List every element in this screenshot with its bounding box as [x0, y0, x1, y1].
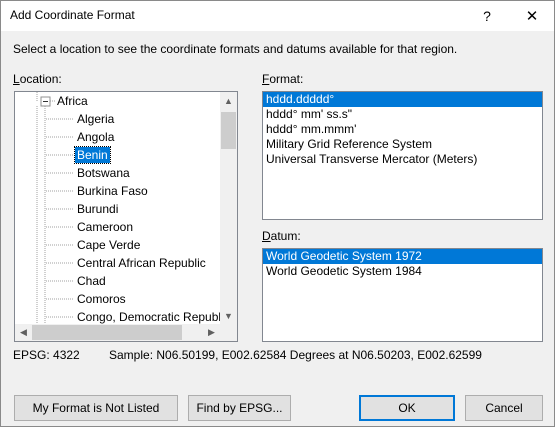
format-listbox[interactable]: hddd.ddddd° hddd° mm' ss.s" hddd° mm.mmm' M…	[262, 91, 543, 220]
scroll-right-arrow-icon[interactable]: ▶	[203, 324, 220, 341]
scrollbar-corner	[220, 324, 237, 341]
tree-item-country[interactable]: Cameroon	[75, 219, 135, 235]
tree-horizontal-scrollbar[interactable]: ◀ ▶	[15, 324, 237, 341]
sample-coordinates-text: Sample: N06.50199, E002.62584 Degrees at…	[109, 348, 482, 362]
datum-listbox[interactable]: World Geodetic System 1972 World Geodetic…	[262, 248, 543, 342]
ok-button[interactable]: OK	[359, 395, 455, 421]
scroll-up-arrow-icon[interactable]: ▲	[220, 92, 237, 109]
my-format-not-listed-button[interactable]: My Format is Not Listed	[14, 395, 178, 421]
epsg-code-text: EPSG: 4322	[13, 348, 80, 362]
datum-list-item[interactable]: World Geodetic System 1972	[263, 249, 542, 264]
tree-item-root[interactable]: Africa	[55, 93, 90, 109]
add-coordinate-format-dialog: Add Coordinate Format ? ✕ Select a locat…	[0, 0, 555, 427]
tree-item-country[interactable]: Chad	[75, 273, 108, 289]
tree-vertical-scrollbar[interactable]: ▲ ▼	[220, 92, 237, 324]
scroll-left-arrow-icon[interactable]: ◀	[15, 324, 32, 341]
format-list-item[interactable]: hddd° mm.mmm'	[263, 122, 542, 137]
tree-item-country[interactable]: Congo, Democratic Republi	[75, 309, 226, 325]
tree-item-country[interactable]: Comoros	[75, 291, 128, 307]
tree-item-country[interactable]: Benin	[74, 146, 111, 164]
close-button[interactable]: ✕	[510, 1, 554, 31]
horizontal-scroll-thumb[interactable]	[32, 325, 182, 340]
datum-list-item[interactable]: World Geodetic System 1984	[263, 264, 542, 279]
location-tree[interactable]: Africa Algeria Angola Benin Botswana Burkina…	[14, 91, 238, 342]
format-list-item[interactable]: hddd.ddddd°	[263, 92, 542, 107]
tree-item-country[interactable]: Angola	[75, 129, 116, 145]
scroll-down-arrow-icon[interactable]: ▼	[220, 307, 237, 324]
tree-item-country[interactable]: Burkina Faso	[75, 183, 150, 199]
vertical-scroll-thumb[interactable]	[221, 112, 236, 149]
format-list-item[interactable]: Universal Transverse Mercator (Meters)	[263, 152, 542, 167]
datum-label: Datum:	[262, 229, 301, 243]
format-list-item[interactable]: hddd° mm' ss.s"	[263, 107, 542, 122]
tree-item-country[interactable]: Burundi	[75, 201, 120, 217]
find-by-epsg-button[interactable]: Find by EPSG...	[188, 395, 291, 421]
window-title: Add Coordinate Format	[10, 8, 135, 22]
title-bar: Add Coordinate Format ? ✕	[1, 1, 554, 31]
tree-item-country[interactable]: Central African Republic	[75, 255, 208, 271]
tree-item-country[interactable]: Botswana	[75, 165, 132, 181]
tree-item-country[interactable]: Cape Verde	[75, 237, 142, 253]
format-label: Format:	[262, 72, 304, 86]
tree-item-country[interactable]: Algeria	[75, 111, 116, 127]
instruction-text: Select a location to see the coordinate …	[13, 42, 458, 56]
help-button[interactable]: ?	[465, 1, 509, 31]
cancel-button[interactable]: Cancel	[465, 395, 543, 421]
format-list-item[interactable]: Military Grid Reference System	[263, 137, 542, 152]
location-label: Location:	[13, 72, 62, 86]
